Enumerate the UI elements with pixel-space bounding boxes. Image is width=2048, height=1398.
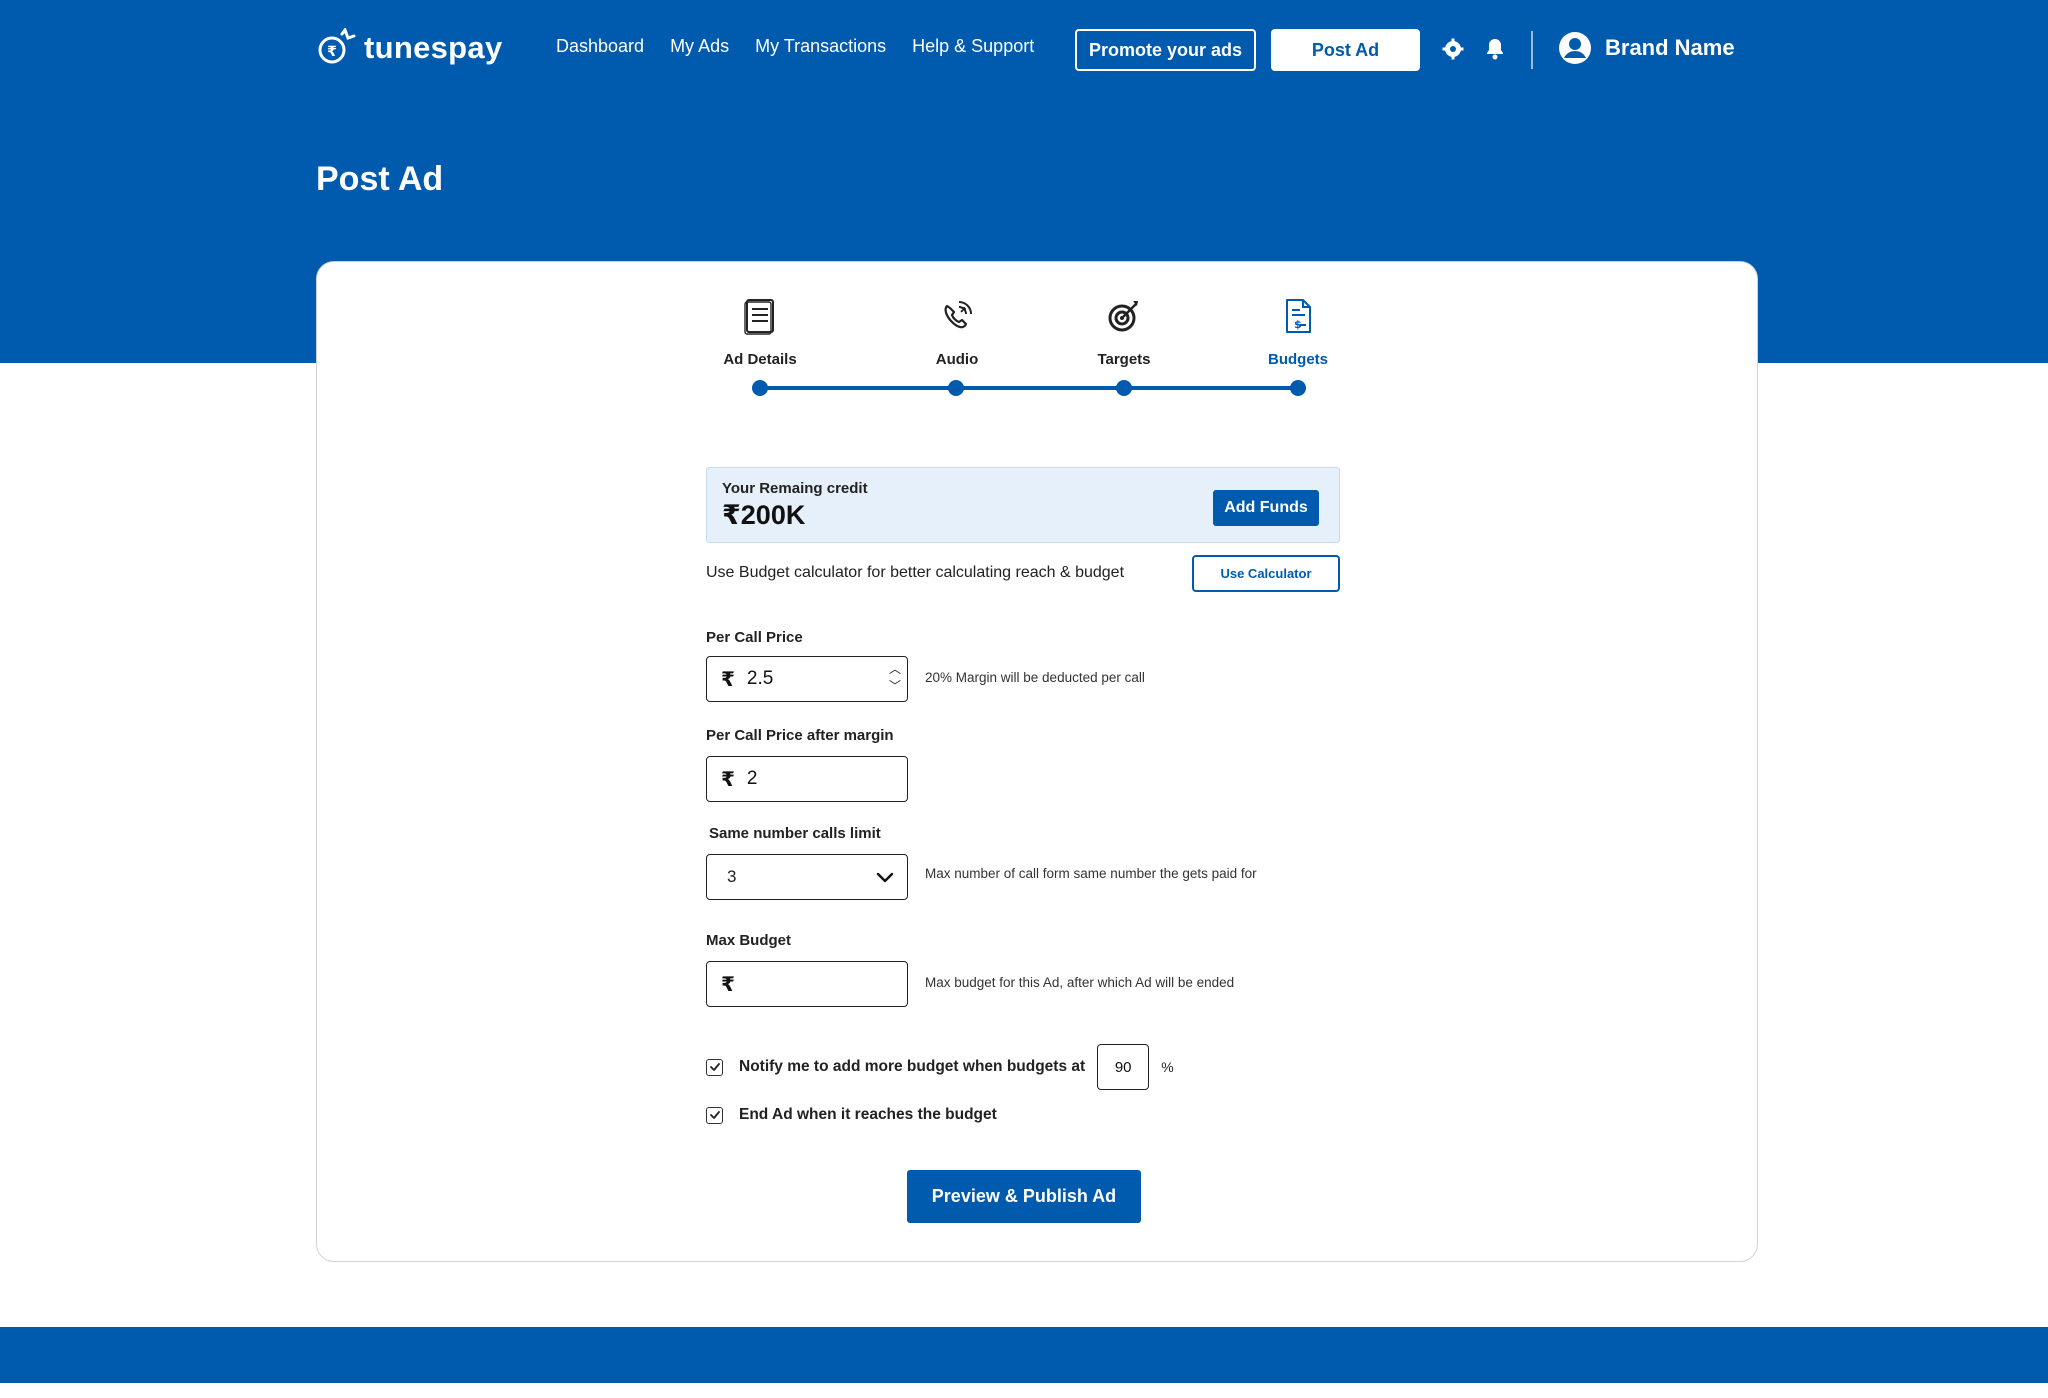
- chevron-up-icon[interactable]: ︿: [889, 661, 901, 678]
- rupee-icon: ₹: [721, 973, 735, 996]
- per-call-after-margin-field[interactable]: ₹: [706, 756, 908, 802]
- chevron-down-icon[interactable]: ﹀: [889, 678, 901, 695]
- logo[interactable]: ₹ tunespay: [316, 28, 503, 68]
- user-name: Brand Name: [1605, 35, 1735, 60]
- promote-ads-button[interactable]: Promote your ads: [1075, 29, 1256, 71]
- notify-checkbox[interactable]: [706, 1058, 723, 1076]
- nav-dashboard[interactable]: Dashboard: [556, 36, 644, 57]
- per-call-price-field[interactable]: ₹ ︿ ﹀: [706, 656, 908, 702]
- calculator-hint: Use Budget calculator for better calcula…: [706, 564, 1125, 581]
- per-call-price-hint: 20% Margin will be deducted per call: [925, 670, 1145, 685]
- per-call-price-label: Per Call Price: [706, 629, 803, 646]
- end-ad-checkbox[interactable]: [706, 1106, 723, 1124]
- nav-my-ads[interactable]: My Ads: [670, 36, 729, 57]
- step-targets[interactable]: Targets: [1074, 296, 1174, 368]
- user-circle-icon: [1559, 32, 1591, 64]
- check-icon: [709, 1111, 720, 1119]
- phone-call-icon: [944, 301, 972, 329]
- preview-publish-button[interactable]: Preview & Publish Ad: [907, 1170, 1141, 1223]
- step-audio[interactable]: Audio: [907, 296, 1007, 368]
- notify-percent-field[interactable]: [1097, 1044, 1150, 1090]
- same-number-limit-label: Same number calls limit: [709, 825, 881, 842]
- footer-bar: [0, 1327, 2048, 1383]
- page-title: Post Ad: [316, 160, 444, 198]
- end-ad-row: End Ad when it reaches the budget: [706, 1106, 997, 1124]
- credit-label: Your Remaing credit: [722, 480, 868, 497]
- nav-my-transactions[interactable]: My Transactions: [755, 36, 886, 57]
- add-funds-button[interactable]: Add Funds: [1213, 490, 1319, 526]
- step-ad-details[interactable]: Ad Details: [705, 296, 815, 368]
- notify-label: Notify me to add more budget when budget…: [739, 1058, 1086, 1075]
- bell-icon[interactable]: [1482, 36, 1508, 62]
- user-menu[interactable]: Brand Name: [1557, 30, 1735, 66]
- remaining-credit-panel: Your Remaing credit ₹200K Add Funds: [706, 467, 1340, 543]
- per-call-price-input[interactable]: [746, 668, 867, 690]
- invoice-icon: $: [1286, 299, 1311, 333]
- check-icon: [709, 1063, 720, 1071]
- post-ad-button[interactable]: Post Ad: [1271, 29, 1420, 71]
- step-dot: [948, 380, 964, 396]
- max-budget-label: Max Budget: [706, 932, 792, 949]
- step-label: Audio: [935, 351, 979, 368]
- step-budgets[interactable]: $ Budgets: [1248, 296, 1348, 368]
- target-arrow-icon: [1108, 301, 1138, 332]
- header-divider: [1531, 31, 1533, 69]
- same-number-limit-hint: Max number of call form same number the …: [925, 866, 1257, 881]
- step-label: Targets: [1097, 351, 1151, 368]
- end-ad-label: End Ad when it reaches the budget: [739, 1106, 997, 1123]
- credit-value: ₹200K: [722, 500, 806, 530]
- percent-sign: %: [1161, 1059, 1174, 1075]
- logo-text: tunespay: [364, 30, 503, 65]
- post-ad-card: [316, 261, 1758, 1262]
- nav-help-support[interactable]: Help & Support: [912, 36, 1034, 57]
- notify-row: Notify me to add more budget when budget…: [706, 1044, 1174, 1090]
- main-nav: Dashboard My Ads My Transactions Help & …: [556, 36, 1060, 57]
- step-dot: [1116, 380, 1132, 396]
- step-dot: [1290, 380, 1306, 396]
- max-budget-field[interactable]: ₹: [706, 961, 908, 1007]
- stepper-track: [760, 386, 1298, 390]
- max-budget-hint: Max budget for this Ad, after which Ad w…: [925, 975, 1235, 990]
- chevron-down-icon: [876, 872, 894, 883]
- rupee-icon: ₹: [721, 768, 735, 791]
- same-number-limit-select[interactable]: 3: [706, 854, 908, 900]
- step-label: Ad Details: [723, 351, 797, 368]
- document-list-icon: [744, 299, 774, 335]
- rupee-icon: ₹: [721, 668, 735, 691]
- gear-icon[interactable]: [1440, 36, 1466, 62]
- step-dot: [752, 380, 768, 396]
- step-label: Budgets: [1268, 351, 1328, 368]
- top-navigation: ₹ tunespay Dashboard My Ads My Transacti…: [0, 0, 2048, 100]
- logo-icon: ₹: [318, 28, 356, 64]
- quantity-stepper[interactable]: ︿ ﹀: [889, 661, 901, 695]
- notify-percent-input[interactable]: [1103, 1058, 1144, 1076]
- svg-text:₹: ₹: [327, 44, 337, 60]
- use-calculator-button[interactable]: Use Calculator: [1192, 555, 1340, 592]
- select-value: 3: [727, 867, 737, 886]
- max-budget-input[interactable]: [746, 973, 867, 995]
- per-call-after-margin-input[interactable]: [746, 768, 867, 790]
- per-call-after-margin-label: Per Call Price after margin: [706, 727, 894, 744]
